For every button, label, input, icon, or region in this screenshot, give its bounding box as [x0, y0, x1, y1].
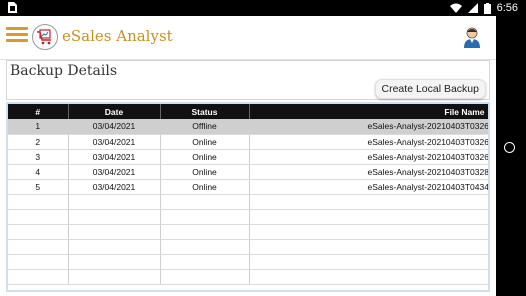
empty-cell [160, 254, 250, 270]
empty-cell [249, 254, 488, 270]
empty-cell [68, 224, 161, 240]
cell-file-name: eSales-Analyst-20210403T0434 [249, 179, 488, 195]
empty-cell [8, 209, 69, 225]
create-local-backup-button[interactable]: Create Local Backup [374, 79, 486, 99]
empty-cell [8, 269, 69, 285]
clock: 6:56 [496, 2, 518, 14]
app-title: eSales Analyst [62, 27, 173, 45]
cell-file-name: eSales-Analyst-20210403T0326 [249, 149, 488, 165]
empty-table-row [8, 194, 488, 210]
table-row[interactable]: 1 03/04/2021 Offline eSales-Analyst-2021040… [8, 119, 488, 135]
table-row[interactable]: 2 03/04/2021 Online eSales-Analyst-20210403… [8, 134, 488, 150]
navigation-bar [496, 16, 526, 296]
backup-table: # Date Status File Name+ 103/04/2021Offl… [8, 104, 488, 285]
empty-cell [249, 239, 488, 255]
cell-number: 3 [8, 149, 69, 165]
column-header-date[interactable]: Date [68, 104, 161, 119]
home-button-icon[interactable] [504, 142, 515, 153]
bottom-strip [0, 292, 496, 296]
empty-cell [8, 224, 69, 240]
empty-cell [249, 194, 488, 210]
empty-table-row [8, 254, 488, 270]
backup-grid: # Date Status File Name+ 103/04/2021Offl… [6, 102, 490, 292]
empty-cell [249, 209, 488, 225]
empty-table-row [8, 209, 488, 225]
cell-date: 03/04/2021 [68, 119, 161, 135]
column-header-number[interactable]: # [8, 104, 69, 119]
cell-status: Online [160, 149, 250, 165]
app-window: eSales Analyst Backup Details Create Loc… [0, 16, 496, 296]
cart-logo-icon [32, 24, 58, 50]
empty-cell [8, 194, 69, 210]
empty-cell [160, 194, 250, 210]
empty-table-row [8, 269, 488, 285]
cell-status: Online [160, 134, 250, 150]
empty-cell [68, 194, 161, 210]
cell-file-name: eSales-Analyst-20210403T0326 [249, 134, 488, 150]
title-panel: Backup Details Create Local Backup [6, 60, 490, 100]
status-icons: 6:56 [449, 1, 518, 15]
table-header-row: # Date Status File Name+ [8, 104, 488, 119]
battery-icon [483, 2, 491, 14]
empty-cell [68, 239, 161, 255]
empty-cell [160, 224, 250, 240]
device-screen: 6:56 eSales Analyst Backup Details Creat… [0, 0, 526, 296]
cell-date: 03/04/2021 [68, 134, 161, 150]
wifi-icon [449, 3, 462, 13]
status-bar: 6:56 [0, 0, 526, 16]
empty-cell [160, 239, 250, 255]
empty-cell [68, 254, 161, 270]
empty-table-row [8, 224, 488, 240]
cell-number: 1 [8, 119, 69, 135]
table-row[interactable]: 4 03/04/2021 Online eSales-Analyst-20210403… [8, 164, 488, 180]
empty-cell [8, 254, 69, 270]
cell-date: 03/04/2021 [68, 179, 161, 195]
cell-status: Online [160, 164, 250, 180]
column-header-file-name-label: File Name [444, 106, 485, 117]
cell-number: 2 [8, 134, 69, 150]
empty-cell [160, 209, 250, 225]
signal-icon [467, 3, 478, 13]
table-body: 1 03/04/2021 Offline eSales-Analyst-2021040… [8, 119, 488, 285]
table-row[interactable]: 3 03/04/2021 Online eSales-Analyst-20210403… [8, 149, 488, 165]
empty-cell [68, 269, 161, 285]
app-header: eSales Analyst [0, 16, 496, 60]
hamburger-menu-icon[interactable] [6, 27, 28, 45]
empty-cell [8, 239, 69, 255]
column-header-status[interactable]: Status [160, 104, 250, 119]
cell-file-name: eSales-Analyst-20210403T0328 [249, 164, 488, 180]
empty-cell [68, 209, 161, 225]
cell-number: 4 [8, 164, 69, 180]
empty-cell [249, 224, 488, 240]
empty-table-row [8, 239, 488, 255]
empty-cell [160, 269, 250, 285]
column-header-file-name[interactable]: File Name+ [249, 104, 488, 119]
cell-number: 5 [8, 179, 69, 195]
cell-date: 03/04/2021 [68, 164, 161, 180]
cell-status: Offline [160, 119, 250, 135]
empty-cell [249, 269, 488, 285]
user-avatar-icon[interactable] [462, 26, 482, 48]
cell-file-name: eSales-Analyst-20210403T0326 [249, 119, 488, 135]
table-row[interactable]: 5 03/04/2021 Online eSales-Analyst-20210403… [8, 179, 488, 195]
cell-status: Online [160, 179, 250, 195]
page-title: Backup Details [10, 63, 118, 79]
sim-card-icon [8, 2, 17, 13]
cell-date: 03/04/2021 [68, 149, 161, 165]
